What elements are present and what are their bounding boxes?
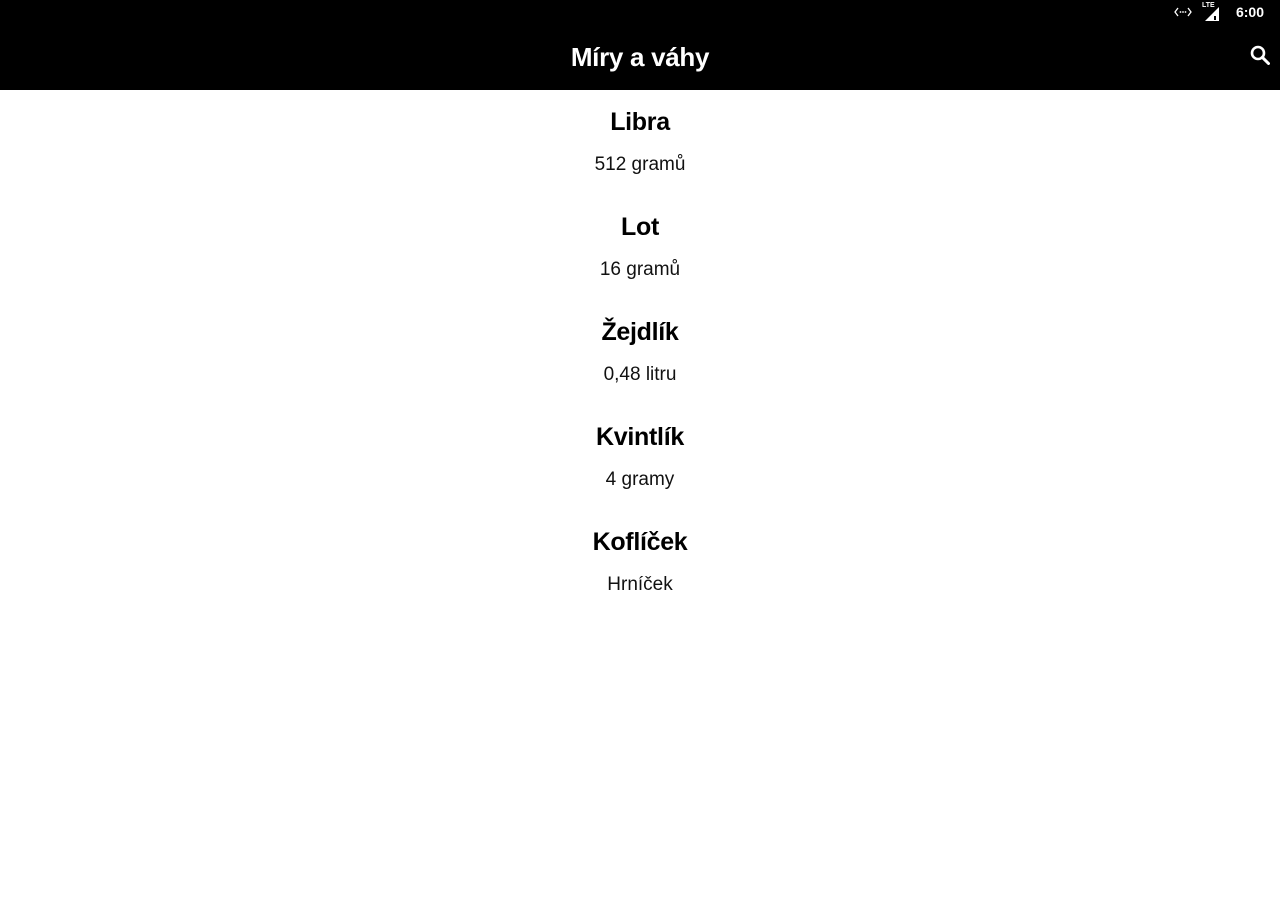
status-time: 6:00 (1235, 4, 1264, 20)
item-title: Kvintlík (596, 423, 684, 451)
item-title: Libra (610, 108, 670, 136)
list-item[interactable]: Žejdlík 0,48 litru (0, 300, 1280, 405)
status-bar: LTE 6:00 (0, 0, 1280, 24)
list-item[interactable]: Lot 16 gramů (0, 195, 1280, 300)
lte-signal-icon: LTE (1202, 2, 1220, 21)
item-value: Hrníček (607, 574, 673, 595)
search-icon (1250, 45, 1270, 70)
item-value: 4 gramy (605, 469, 675, 490)
item-value: 0,48 litru (603, 364, 677, 385)
list-item[interactable]: Koflíček Hrníček (0, 510, 1280, 615)
item-value: 512 gramů (594, 154, 686, 175)
item-title: Koflíček (592, 528, 688, 556)
status-icons: LTE 6:00 (1174, 0, 1264, 24)
item-title: Lot (621, 213, 659, 241)
list-item[interactable]: Libra 512 gramů (0, 90, 1280, 195)
page-title: Míry a váhy (570, 42, 710, 72)
item-title: Žejdlík (601, 318, 679, 346)
app-bar: Míry a váhy (0, 24, 1280, 90)
list-item[interactable]: Kvintlík 4 gramy (0, 405, 1280, 510)
search-button[interactable] (1244, 33, 1276, 81)
item-value: 16 gramů (599, 259, 681, 280)
data-activity-icon (1174, 6, 1192, 18)
measures-list: Libra 512 gramů Lot 16 gramů Žejdlík 0,4… (0, 90, 1280, 900)
